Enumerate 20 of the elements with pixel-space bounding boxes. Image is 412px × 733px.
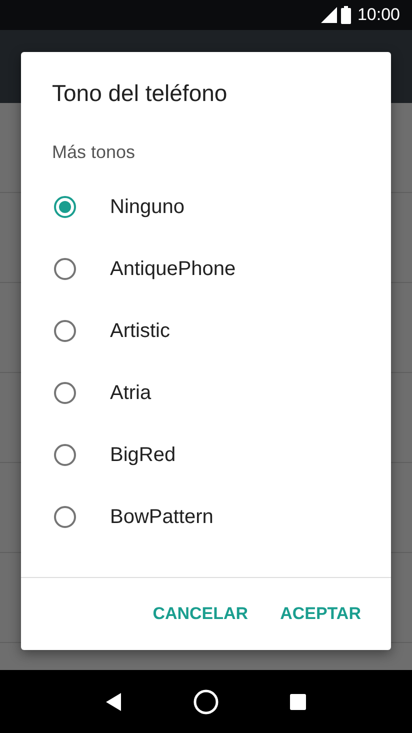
section-label: Más tonos: [52, 142, 136, 163]
status-time: 10:00: [357, 5, 400, 25]
home-icon[interactable]: [192, 688, 219, 714]
ringtone-option[interactable]: Atria: [21, 362, 391, 424]
ringtone-option[interactable]: Artistic: [21, 300, 391, 362]
recents-icon[interactable]: [290, 694, 306, 710]
radio-button[interactable]: [54, 196, 76, 218]
back-icon[interactable]: [106, 692, 122, 710]
ringtone-option[interactable]: AntiquePhone: [21, 238, 391, 300]
radio-button[interactable]: [54, 382, 76, 404]
radio-button[interactable]: [54, 258, 76, 280]
radio-button[interactable]: [54, 320, 76, 342]
ringtone-option[interactable]: BowPattern: [21, 486, 391, 548]
radio-button[interactable]: [54, 444, 76, 466]
radio-button[interactable]: [54, 506, 76, 528]
ringtone-option[interactable]: BigRed: [21, 424, 391, 486]
battery-icon: [341, 6, 352, 24]
dialog-title: Tono del teléfono: [52, 80, 228, 107]
ringtone-option[interactable]: Ninguno: [21, 176, 391, 238]
signal-icon: [321, 7, 338, 23]
